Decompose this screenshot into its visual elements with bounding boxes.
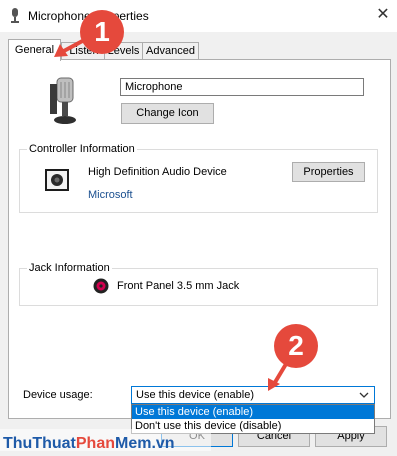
watermark-part: Phan — [75, 435, 115, 452]
controller-information-label: Controller Information — [27, 143, 137, 155]
device-usage-selected: Use this device (enable) — [136, 389, 255, 401]
annotation-badge-2: 2 — [274, 324, 318, 368]
watermark-part: Mem — [115, 435, 152, 452]
watermark-part: .vn — [151, 435, 175, 452]
jack-connector-label: Front Panel 3.5 mm Jack — [117, 280, 240, 292]
microphone-icon — [11, 8, 19, 23]
controller-device-name: High Definition Audio Device — [88, 166, 227, 178]
close-icon[interactable]: ✕ — [374, 5, 392, 25]
speaker-device-icon — [45, 169, 69, 191]
watermark-part: Thu — [3, 435, 33, 452]
device-usage-select[interactable]: Use this device (enable) — [131, 386, 375, 404]
chevron-down-icon — [359, 392, 369, 398]
microphone-device-icon — [50, 77, 76, 124]
controller-vendor: Microsoft — [88, 189, 133, 201]
device-name-input[interactable]: Microphone — [120, 78, 364, 96]
jack-connector-icon — [93, 278, 109, 294]
site-watermark: ThuThuatPhanMem.vn — [0, 429, 397, 456]
tab-advanced[interactable]: Advanced — [142, 42, 199, 60]
change-icon-button[interactable]: Change Icon — [121, 103, 214, 124]
usage-option-enable[interactable]: Use this device (enable) — [132, 405, 374, 419]
properties-button[interactable]: Properties — [292, 162, 365, 182]
annotation-badge-1: 1 — [80, 10, 124, 54]
watermark-part: Thuat — [32, 435, 76, 452]
jack-information-label: Jack Information — [27, 262, 112, 274]
device-usage-label: Device usage: — [23, 389, 93, 401]
